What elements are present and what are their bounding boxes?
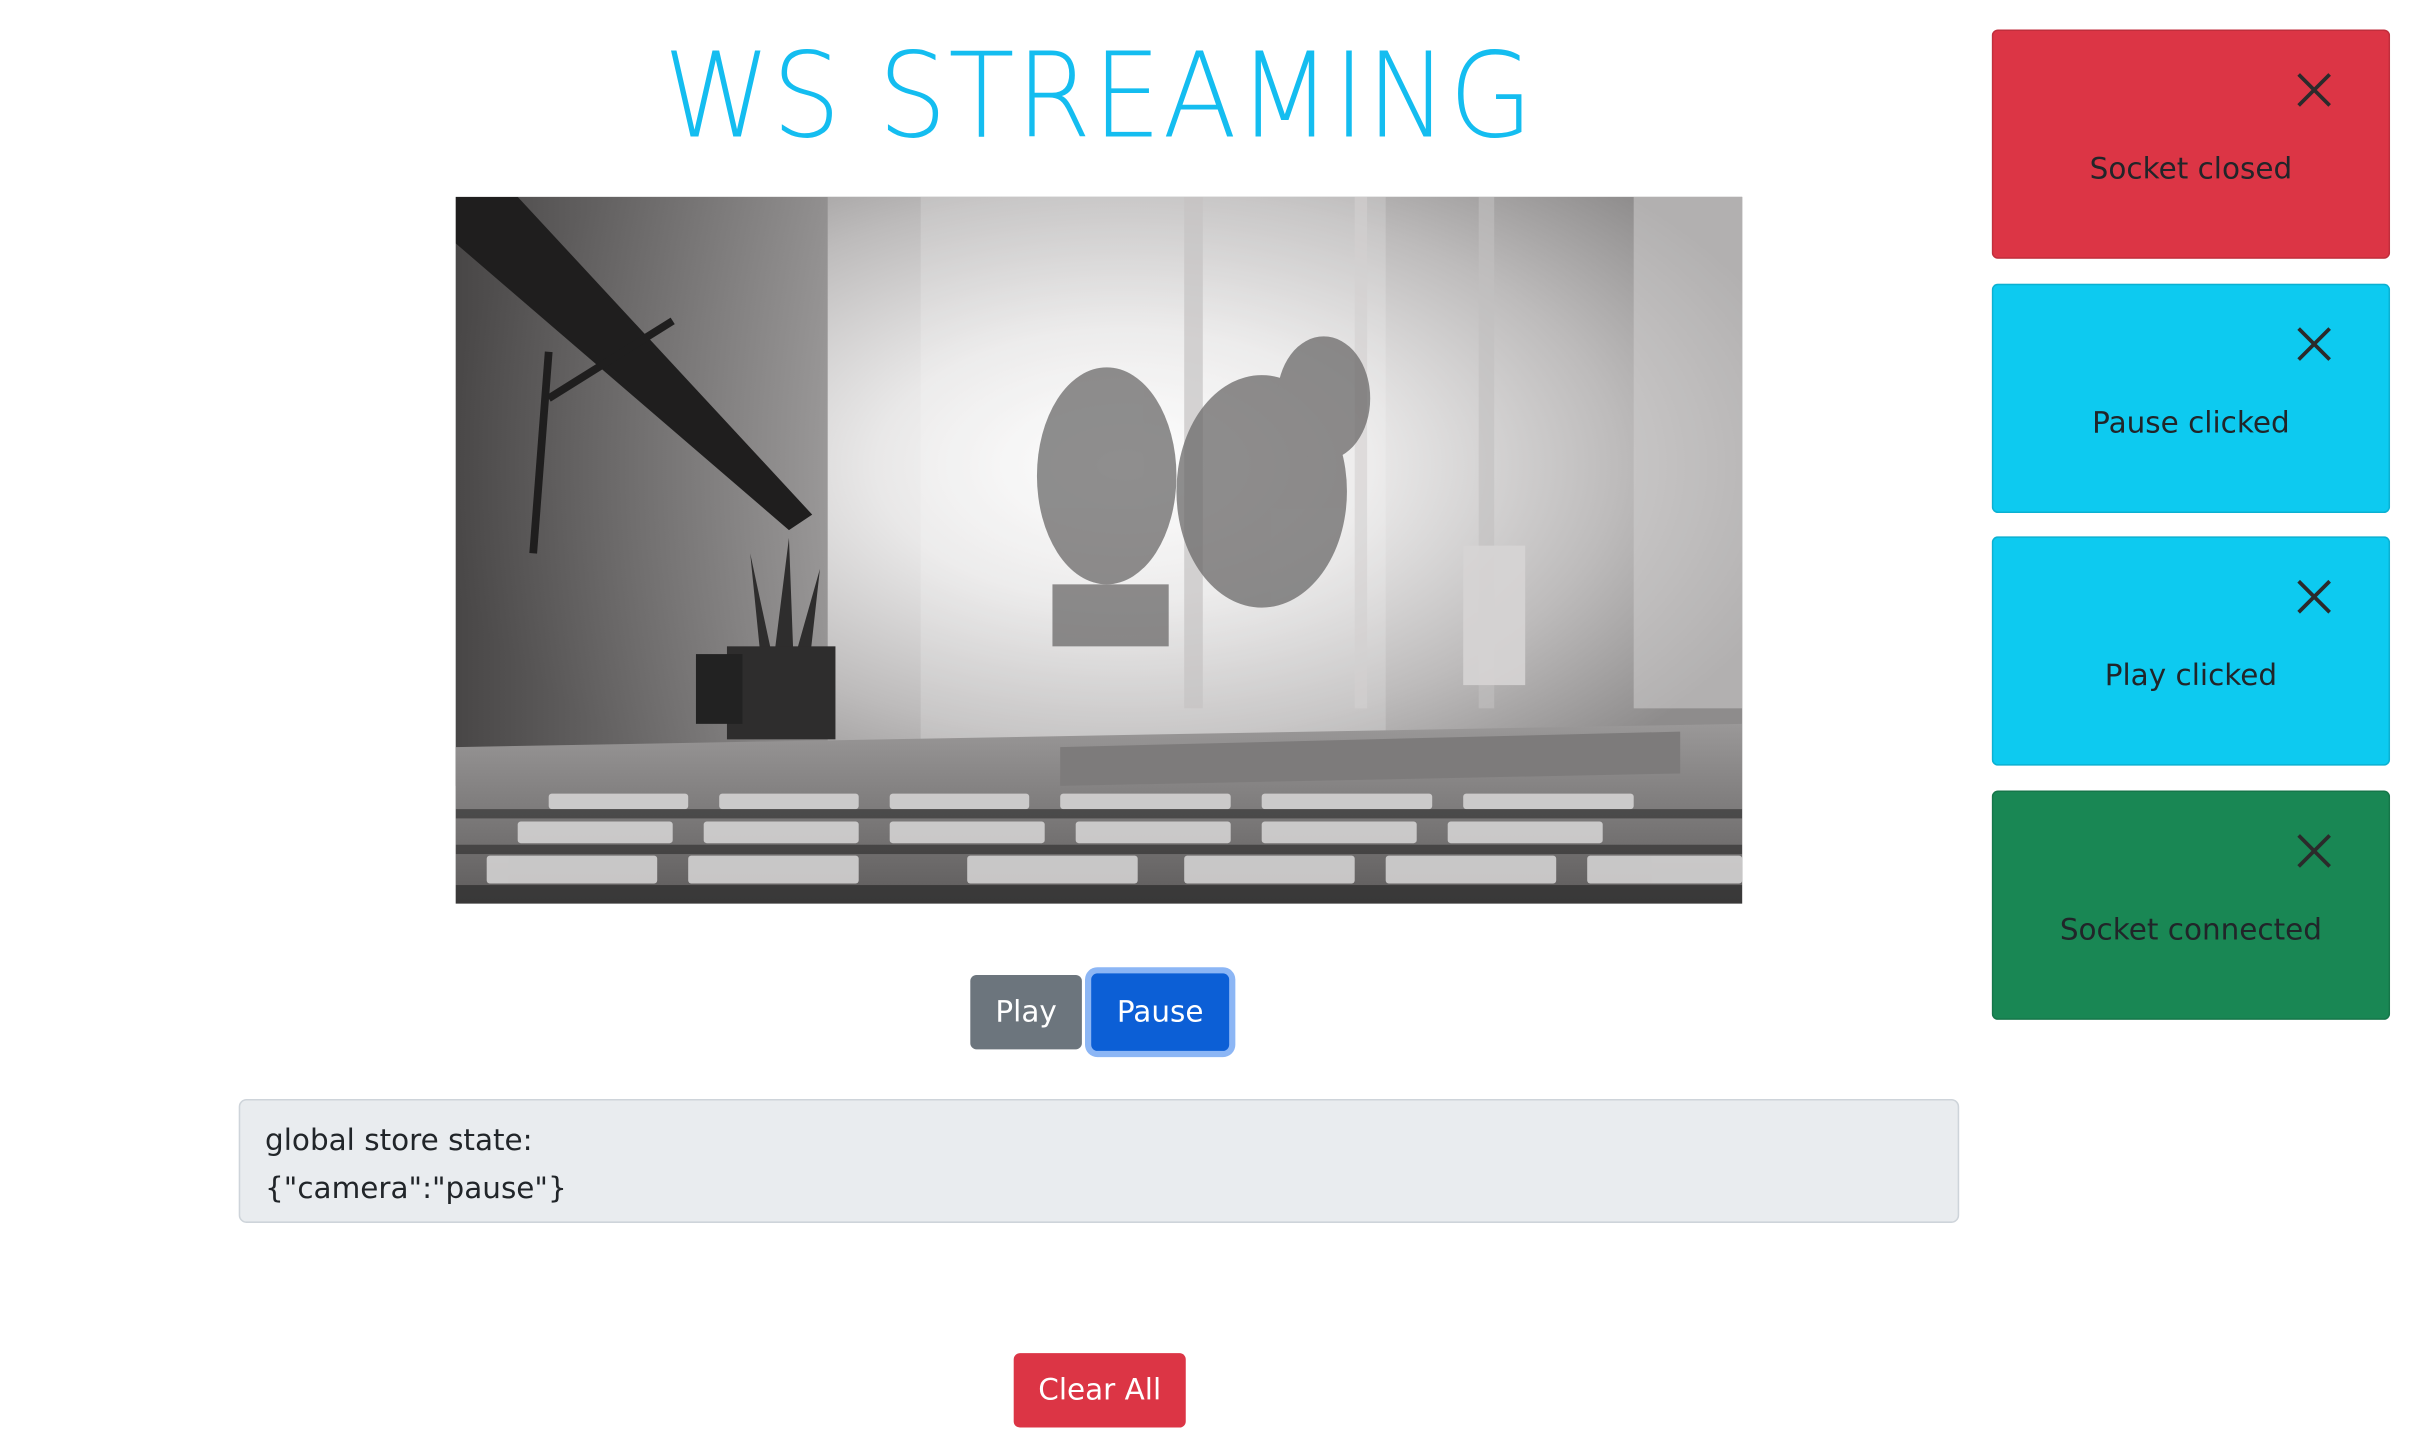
- page-title: WS STREAMING: [663, 26, 1535, 165]
- toast-socket-closed: Socket closed: [1991, 29, 2391, 259]
- toast-pause-clicked: Pause clicked: [1991, 283, 2391, 514]
- close-icon[interactable]: [2294, 577, 2334, 617]
- clear-all-button[interactable]: Clear All: [1013, 1353, 1186, 1428]
- camera-frame-image: [455, 196, 1743, 904]
- play-button[interactable]: Play: [970, 974, 1082, 1050]
- toast-message: Socket closed: [2089, 151, 2293, 186]
- pause-button[interactable]: Pause: [1091, 973, 1230, 1051]
- toast-socket-connected: Socket connected: [1991, 790, 2391, 1020]
- state-label: global store state:: [265, 1123, 533, 1158]
- toast-play-clicked: Play clicked: [1991, 536, 2391, 766]
- toast-message: Socket connected: [2059, 912, 2322, 948]
- toast-message: Pause clicked: [2092, 406, 2290, 441]
- close-icon[interactable]: [2294, 70, 2334, 110]
- global-store-state-panel: global store state: {"camera":"pause"}: [238, 1098, 1960, 1223]
- toast-message: Play clicked: [2104, 658, 2278, 693]
- video-stream: [455, 196, 1743, 904]
- close-icon[interactable]: [2294, 324, 2334, 364]
- close-icon[interactable]: [2294, 831, 2334, 871]
- page: WS STREAMING Play Pause global store sta…: [0, 0, 2418, 1455]
- state-value: {"camera":"pause"}: [265, 1171, 567, 1206]
